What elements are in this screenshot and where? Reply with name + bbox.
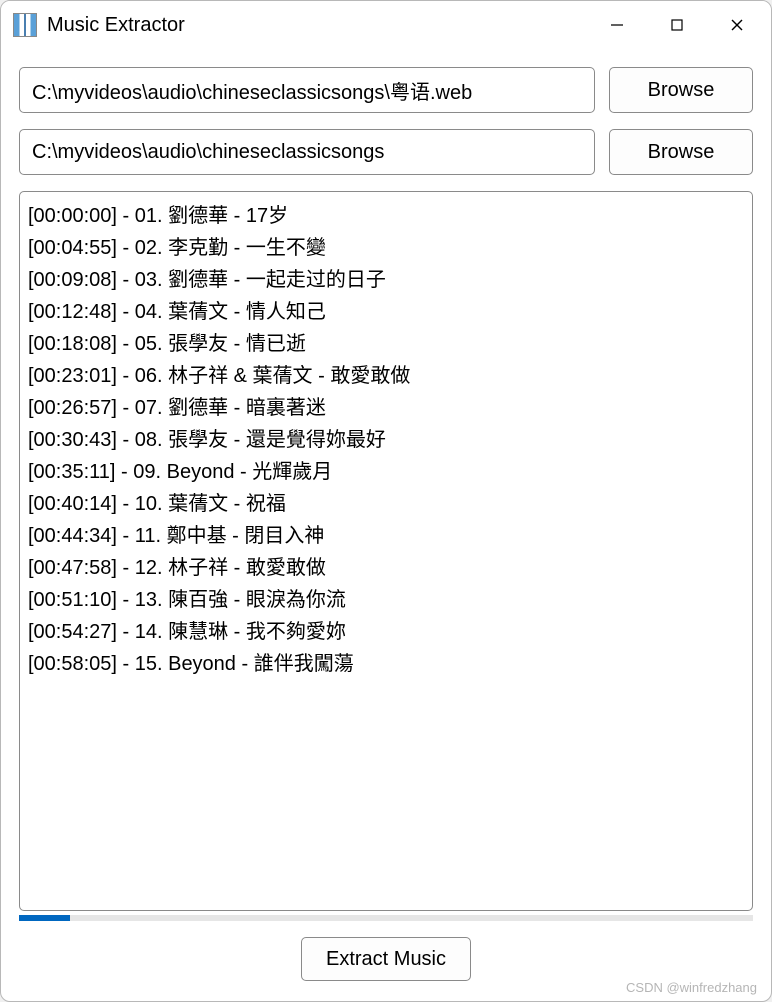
track-line: [00:35:11] - 09. Beyond - 光輝歲月 — [28, 456, 748, 488]
extract-music-button[interactable]: Extract Music — [301, 937, 471, 981]
track-line: [00:47:58] - 12. 林子祥 - 敢愛敢做 — [28, 552, 748, 584]
track-line: [00:18:08] - 05. 張學友 - 情已逝 — [28, 328, 748, 360]
app-window: Music Extractor Browse Browse [00:00:00]… — [0, 0, 772, 1002]
browse-source-button[interactable]: Browse — [609, 67, 753, 113]
track-line: [00:58:05] - 15. Beyond - 誰伴我闖蕩 — [28, 648, 748, 680]
track-line: [00:54:27] - 14. 陳慧琳 - 我不夠愛妳 — [28, 616, 748, 648]
app-icon — [13, 13, 37, 37]
track-line: [00:26:57] - 07. 劉德華 - 暗裏著迷 — [28, 392, 748, 424]
source-row: Browse — [19, 67, 753, 113]
maximize-button[interactable] — [647, 1, 707, 49]
progress-bar — [19, 915, 753, 921]
maximize-icon — [670, 18, 684, 32]
browse-output-button[interactable]: Browse — [609, 129, 753, 175]
output-row: Browse — [19, 129, 753, 175]
track-line: [00:51:10] - 13. 陳百強 - 眼淚為你流 — [28, 584, 748, 616]
close-icon — [730, 18, 744, 32]
minimize-icon — [610, 18, 624, 32]
minimize-button[interactable] — [587, 1, 647, 49]
track-line: [00:00:00] - 01. 劉德華 - 17岁 — [28, 200, 748, 232]
tracklist-textarea[interactable]: [00:00:00] - 01. 劉德華 - 17岁[00:04:55] - 0… — [19, 191, 753, 911]
track-line: [00:12:48] - 04. 葉蒨文 - 情人知己 — [28, 296, 748, 328]
output-path-input[interactable] — [19, 129, 595, 175]
content-area: Browse Browse [00:00:00] - 01. 劉德華 - 17岁… — [1, 49, 771, 1001]
track-line: [00:40:14] - 10. 葉蒨文 - 祝福 — [28, 488, 748, 520]
track-line: [00:09:08] - 03. 劉德華 - 一起走过的日子 — [28, 264, 748, 296]
tracklist-container: [00:00:00] - 01. 劉德華 - 17岁[00:04:55] - 0… — [19, 191, 753, 921]
source-path-input[interactable] — [19, 67, 595, 113]
progress-fill — [19, 915, 70, 921]
track-line: [00:44:34] - 11. 鄭中基 - 閉目入神 — [28, 520, 748, 552]
close-button[interactable] — [707, 1, 767, 49]
window-controls — [587, 1, 767, 49]
window-title: Music Extractor — [47, 14, 587, 37]
track-line: [00:30:43] - 08. 張學友 - 還是覺得妳最好 — [28, 424, 748, 456]
track-line: [00:23:01] - 06. 林子祥 & 葉蒨文 - 敢愛敢做 — [28, 360, 748, 392]
track-line: [00:04:55] - 02. 李克勤 - 一生不變 — [28, 232, 748, 264]
footer: Extract Music — [19, 937, 753, 987]
titlebar: Music Extractor — [1, 1, 771, 49]
